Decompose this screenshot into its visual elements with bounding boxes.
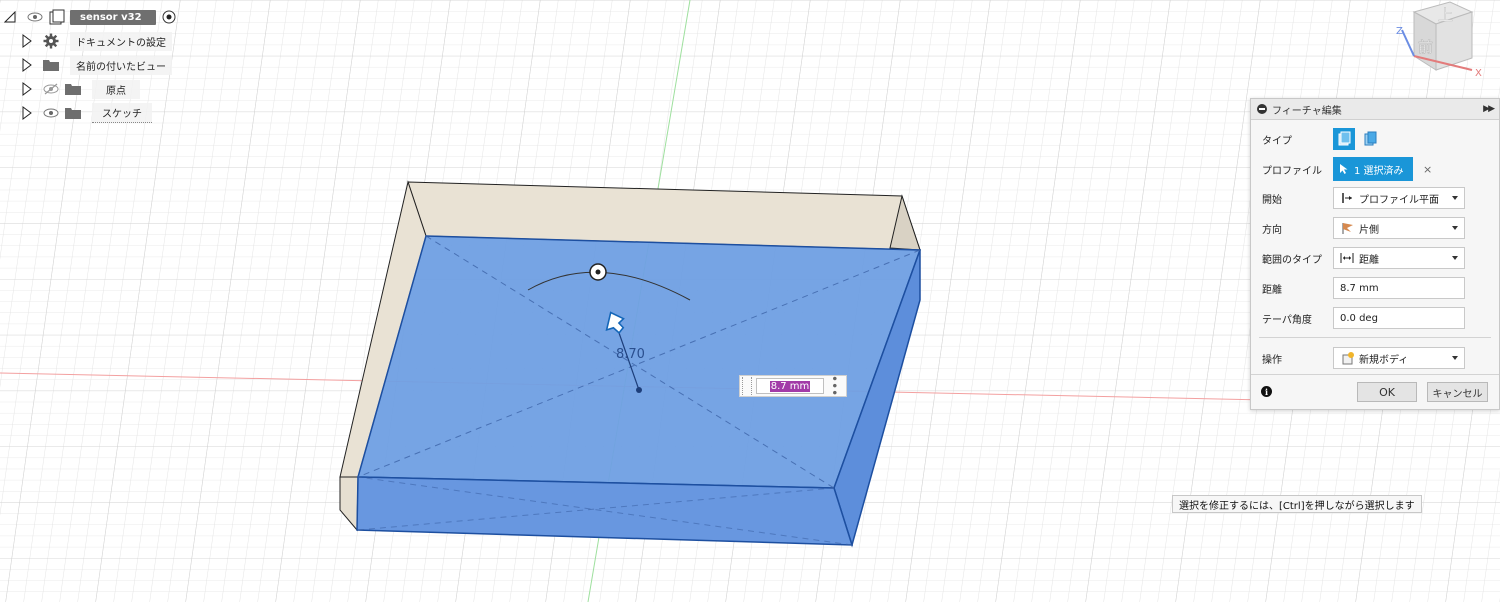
folder-icon bbox=[64, 81, 82, 97]
direction-label: 方向 bbox=[1262, 224, 1282, 236]
profile-center-point bbox=[636, 387, 642, 393]
thin-extrude-icon bbox=[1364, 131, 1377, 146]
cursor-arrow-icon bbox=[1340, 164, 1348, 174]
operation-dropdown[interactable]: 新規ボディ bbox=[1333, 347, 1465, 369]
drag-grip-icon[interactable] bbox=[742, 377, 752, 395]
row-type: タイプ bbox=[1251, 126, 1499, 152]
one-side-flag-icon bbox=[1340, 221, 1354, 235]
distance-field[interactable]: 8.7 mm bbox=[1333, 277, 1465, 299]
row-extent-type: 範囲のタイプ 距離 bbox=[1251, 245, 1499, 271]
start-dropdown[interactable]: プロファイル平面 bbox=[1333, 187, 1465, 209]
activate-radio-icon[interactable] bbox=[160, 9, 178, 25]
viewcube-x-label: X bbox=[1475, 68, 1482, 79]
extent-type-label: 範囲のタイプ bbox=[1262, 254, 1322, 266]
distance-label: 距離 bbox=[1262, 284, 1282, 296]
collapse-triangle-icon[interactable] bbox=[4, 11, 16, 23]
browser-item-document-settings[interactable]: ドキュメントの設定 bbox=[22, 31, 172, 51]
gear-icon bbox=[42, 33, 60, 49]
clear-selection-icon[interactable]: × bbox=[1423, 163, 1432, 176]
row-taper: テーパ角度 0.0 deg bbox=[1251, 305, 1499, 331]
extrude-top-face[interactable] bbox=[357, 235, 922, 489]
dimension-label: 8.70 bbox=[616, 347, 645, 362]
viewcube-front-label: 前 bbox=[1418, 38, 1433, 56]
browser-item-label: ドキュメントの設定 bbox=[70, 31, 172, 51]
browser-root-row[interactable]: sensor v32 bbox=[4, 7, 182, 27]
chevron-down-icon bbox=[1452, 256, 1458, 260]
browser-item-origin[interactable]: 原点 bbox=[22, 79, 140, 99]
panel-title: フィーチャ編集 bbox=[1272, 105, 1342, 117]
eye-icon[interactable] bbox=[26, 9, 44, 25]
browser-item-sketches[interactable]: スケッチ bbox=[22, 103, 152, 123]
folder-icon bbox=[42, 57, 60, 73]
browser-item-label: 原点 bbox=[92, 79, 140, 99]
viewcube-z-axis bbox=[1401, 29, 1415, 57]
new-body-icon bbox=[1340, 351, 1354, 365]
divider bbox=[1251, 374, 1499, 375]
divider bbox=[1259, 337, 1491, 338]
component-icon bbox=[48, 9, 66, 25]
profile-select-button[interactable]: 1 選択済み bbox=[1333, 157, 1413, 181]
expand-triangle-icon[interactable] bbox=[22, 58, 32, 72]
expand-triangle-icon[interactable] bbox=[22, 106, 32, 120]
direction-dropdown[interactable]: 片側 bbox=[1333, 217, 1465, 239]
expand-triangle-icon[interactable] bbox=[22, 34, 32, 48]
row-profile: プロファイル 1 選択済み × bbox=[1251, 156, 1499, 182]
feature-edit-panel: フィーチャ編集 ▶▶ タイプ プロファイル 1 選択済み × 開始 プロファイル… bbox=[1250, 98, 1500, 410]
status-tooltip: 選択を修正するには、[Ctrl]を押しながら選択します bbox=[1172, 495, 1422, 513]
cancel-button[interactable]: キャンセル bbox=[1427, 382, 1488, 402]
collapse-icon[interactable] bbox=[1257, 104, 1267, 114]
info-icon[interactable]: i bbox=[1261, 386, 1272, 397]
chevron-down-icon bbox=[1452, 196, 1458, 200]
distance-arrows-icon bbox=[1340, 251, 1354, 265]
row-operation: 操作 新規ボディ bbox=[1251, 345, 1499, 371]
row-distance: 距離 8.7 mm bbox=[1251, 275, 1499, 301]
type-solid-button[interactable] bbox=[1333, 128, 1355, 150]
row-direction: 方向 片側 bbox=[1251, 215, 1499, 241]
distance-input-widget[interactable]: 8.7 mm ••• bbox=[739, 375, 847, 397]
view-cube[interactable]: 上 前 X Z bbox=[1392, 0, 1500, 82]
chevron-down-icon bbox=[1452, 226, 1458, 230]
browser-item-named-views[interactable]: 名前の付いたビュー bbox=[22, 55, 172, 75]
start-label: 開始 bbox=[1262, 194, 1282, 206]
eye-hidden-icon[interactable] bbox=[42, 81, 60, 97]
type-thin-button[interactable] bbox=[1359, 128, 1381, 150]
eye-icon[interactable] bbox=[42, 105, 60, 121]
type-label: タイプ bbox=[1262, 135, 1292, 147]
folder-icon bbox=[64, 105, 82, 121]
more-options-icon[interactable]: ••• bbox=[827, 375, 841, 396]
taper-label: テーパ角度 bbox=[1262, 314, 1312, 326]
ok-button[interactable]: OK bbox=[1357, 382, 1417, 402]
viewcube-z-label: Z bbox=[1396, 26, 1403, 37]
operation-label: 操作 bbox=[1262, 354, 1282, 366]
taper-angle-field[interactable]: 0.0 deg bbox=[1333, 307, 1465, 329]
viewcube-top-label: 上 bbox=[1438, 6, 1453, 24]
expand-triangle-icon[interactable] bbox=[22, 82, 32, 96]
solid-extrude-icon bbox=[1338, 131, 1351, 146]
profile-plane-icon bbox=[1340, 191, 1354, 205]
panel-header[interactable]: フィーチャ編集 ▶▶ bbox=[1251, 99, 1499, 120]
browser-item-label: 名前の付いたビュー bbox=[70, 55, 172, 75]
fusion-app: 8.70 8.7 mm ••• sensor v32 ドキュメントの設定 名前の… bbox=[0, 0, 1500, 602]
extent-type-dropdown[interactable]: 距離 bbox=[1333, 247, 1465, 269]
profile-label: プロファイル bbox=[1262, 165, 1322, 177]
browser-item-label: スケッチ bbox=[92, 103, 152, 123]
distance-input[interactable]: 8.7 mm bbox=[756, 378, 824, 394]
row-start: 開始 プロファイル平面 bbox=[1251, 185, 1499, 211]
root-component-label[interactable]: sensor v32 bbox=[70, 9, 156, 25]
chevron-down-icon bbox=[1452, 356, 1458, 360]
expand-panel-icon[interactable]: ▶▶ bbox=[1483, 104, 1495, 114]
